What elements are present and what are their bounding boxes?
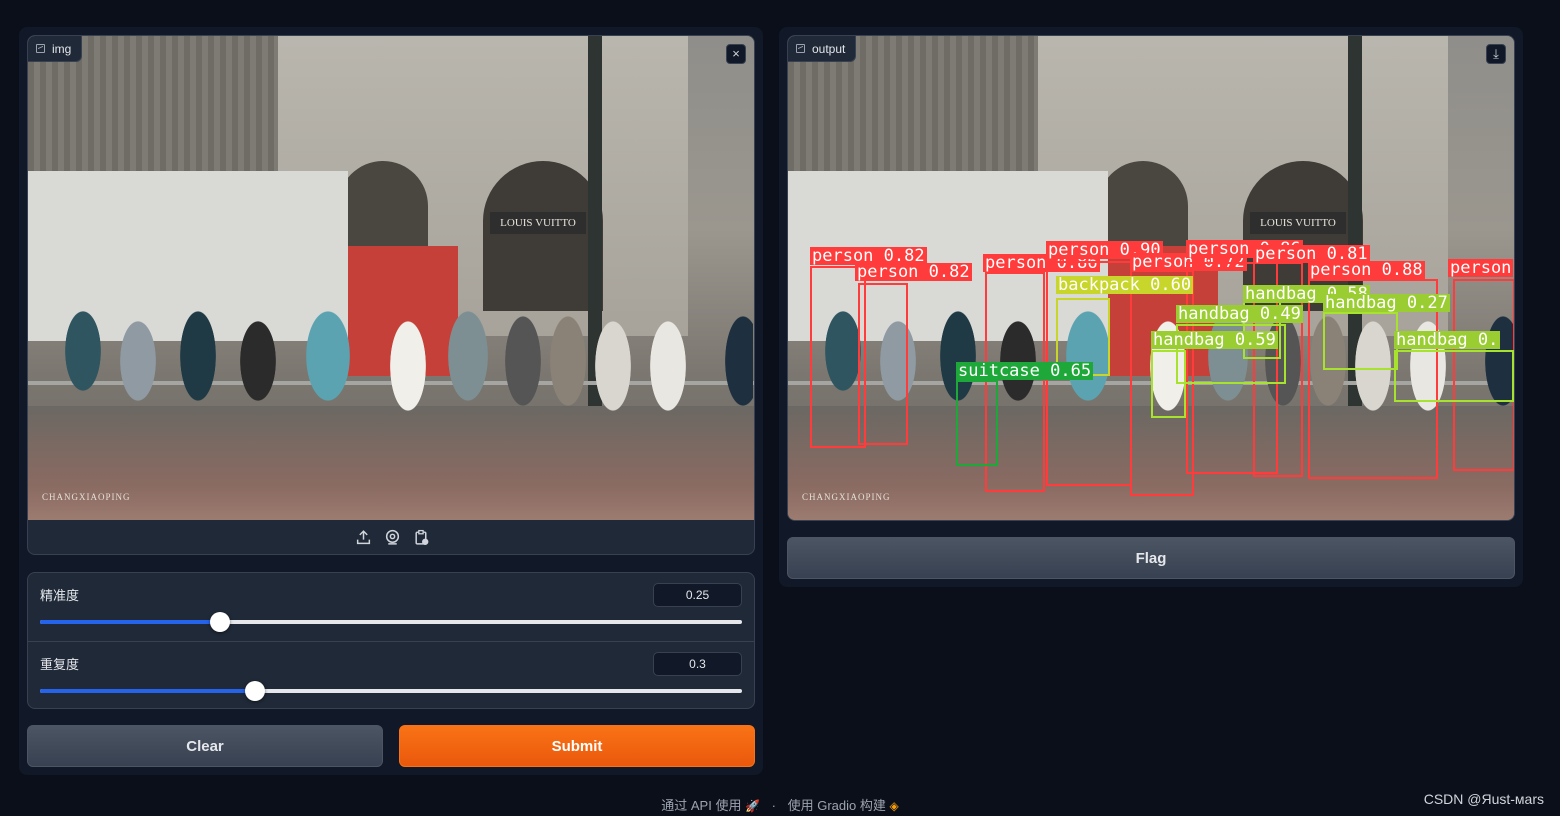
slider-precision-fill: [40, 620, 221, 624]
submit-button[interactable]: Submit: [399, 725, 755, 767]
output-label-text: output: [812, 41, 846, 56]
slider-overlap-track[interactable]: [40, 681, 742, 701]
output-panel: output ⤓ LOUIS VUITTO CHANGXIAOPING pers…: [779, 27, 1523, 587]
input-image-label: img: [28, 36, 83, 62]
slider-precision-thumb[interactable]: [210, 612, 231, 632]
image-icon: [36, 44, 45, 53]
photo-watermark: CHANGXIAOPING: [42, 492, 131, 502]
detection-box: [1151, 350, 1186, 418]
slider-overlap-fill: [40, 689, 255, 693]
input-photo[interactable]: LOUIS VUITTO CHANGXIAOPING: [28, 36, 754, 520]
detection-label: handbag 0.49: [1176, 304, 1303, 324]
detection-box: [1394, 350, 1514, 402]
output-image-label: output: [788, 36, 857, 62]
source-toolbar: [28, 520, 754, 554]
detection-label: handbag 0.: [1394, 330, 1501, 350]
input-label-text: img: [52, 41, 72, 56]
download-icon[interactable]: ⤓: [1486, 44, 1506, 64]
detection-label: backpack 0.60: [1056, 275, 1194, 295]
slider-precision-value[interactable]: 0.25: [653, 583, 742, 607]
close-icon[interactable]: ×: [726, 44, 746, 64]
detection-label: person: [1448, 258, 1514, 278]
detection-label: person 0.88: [1308, 260, 1425, 280]
photo-sign: LOUIS VUITTO: [1250, 212, 1346, 234]
footer: 通过 API 使用 🚀 · 使用 Gradio 构建 ◈: [0, 795, 1560, 814]
flag-button[interactable]: Flag: [787, 537, 1515, 579]
api-link[interactable]: 通过 API 使用: [661, 798, 741, 813]
photo-sign: LOUIS VUITTO: [490, 212, 586, 234]
detection-box: [858, 283, 908, 445]
webcam-icon[interactable]: [384, 529, 401, 546]
clipboard-icon[interactable]: [413, 529, 430, 546]
upload-icon[interactable]: [355, 529, 372, 546]
image-icon: [796, 44, 805, 53]
slider-precision-track[interactable]: [40, 612, 742, 632]
detection-label: handbag 0.59: [1151, 330, 1278, 350]
gradio-link[interactable]: 使用 Gradio 构建: [788, 798, 886, 813]
detection-box: [956, 380, 998, 466]
detection-label: person 0.82: [855, 262, 972, 282]
slider-overlap-thumb[interactable]: [244, 681, 265, 701]
input-panel: img × LOUIS VUITTO CHANGXIAOPING 精准度 0.2…: [19, 27, 763, 775]
slider-precision: 精准度 0.25: [28, 573, 754, 641]
slider-overlap-value[interactable]: 0.3: [653, 652, 742, 676]
rocket-icon: 🚀: [745, 799, 761, 813]
detection-label: suitcase 0.65: [956, 361, 1094, 381]
input-image-block[interactable]: img × LOUIS VUITTO CHANGXIAOPING: [27, 35, 755, 555]
output-image-block: output ⤓ LOUIS VUITTO CHANGXIAOPING pers…: [787, 35, 1515, 521]
photo-watermark: CHANGXIAOPING: [802, 492, 891, 502]
slider-overlap-label: 重复度: [40, 657, 80, 672]
parameter-sliders: 精准度 0.25 重复度 0.3: [27, 572, 755, 709]
slider-precision-label: 精准度: [40, 588, 80, 603]
detection-label: handbag 0.27: [1323, 293, 1450, 313]
output-photo: LOUIS VUITTO CHANGXIAOPING person 0.82 p…: [788, 36, 1514, 520]
clear-button[interactable]: Clear: [27, 725, 383, 767]
csdn-watermark: CSDN @Яust-мars: [1423, 791, 1544, 807]
slider-overlap: 重复度 0.3: [28, 641, 754, 708]
detection-box: [1323, 312, 1398, 370]
gradio-logo-icon: ◈: [889, 799, 899, 813]
footer-separator: ·: [771, 798, 776, 813]
